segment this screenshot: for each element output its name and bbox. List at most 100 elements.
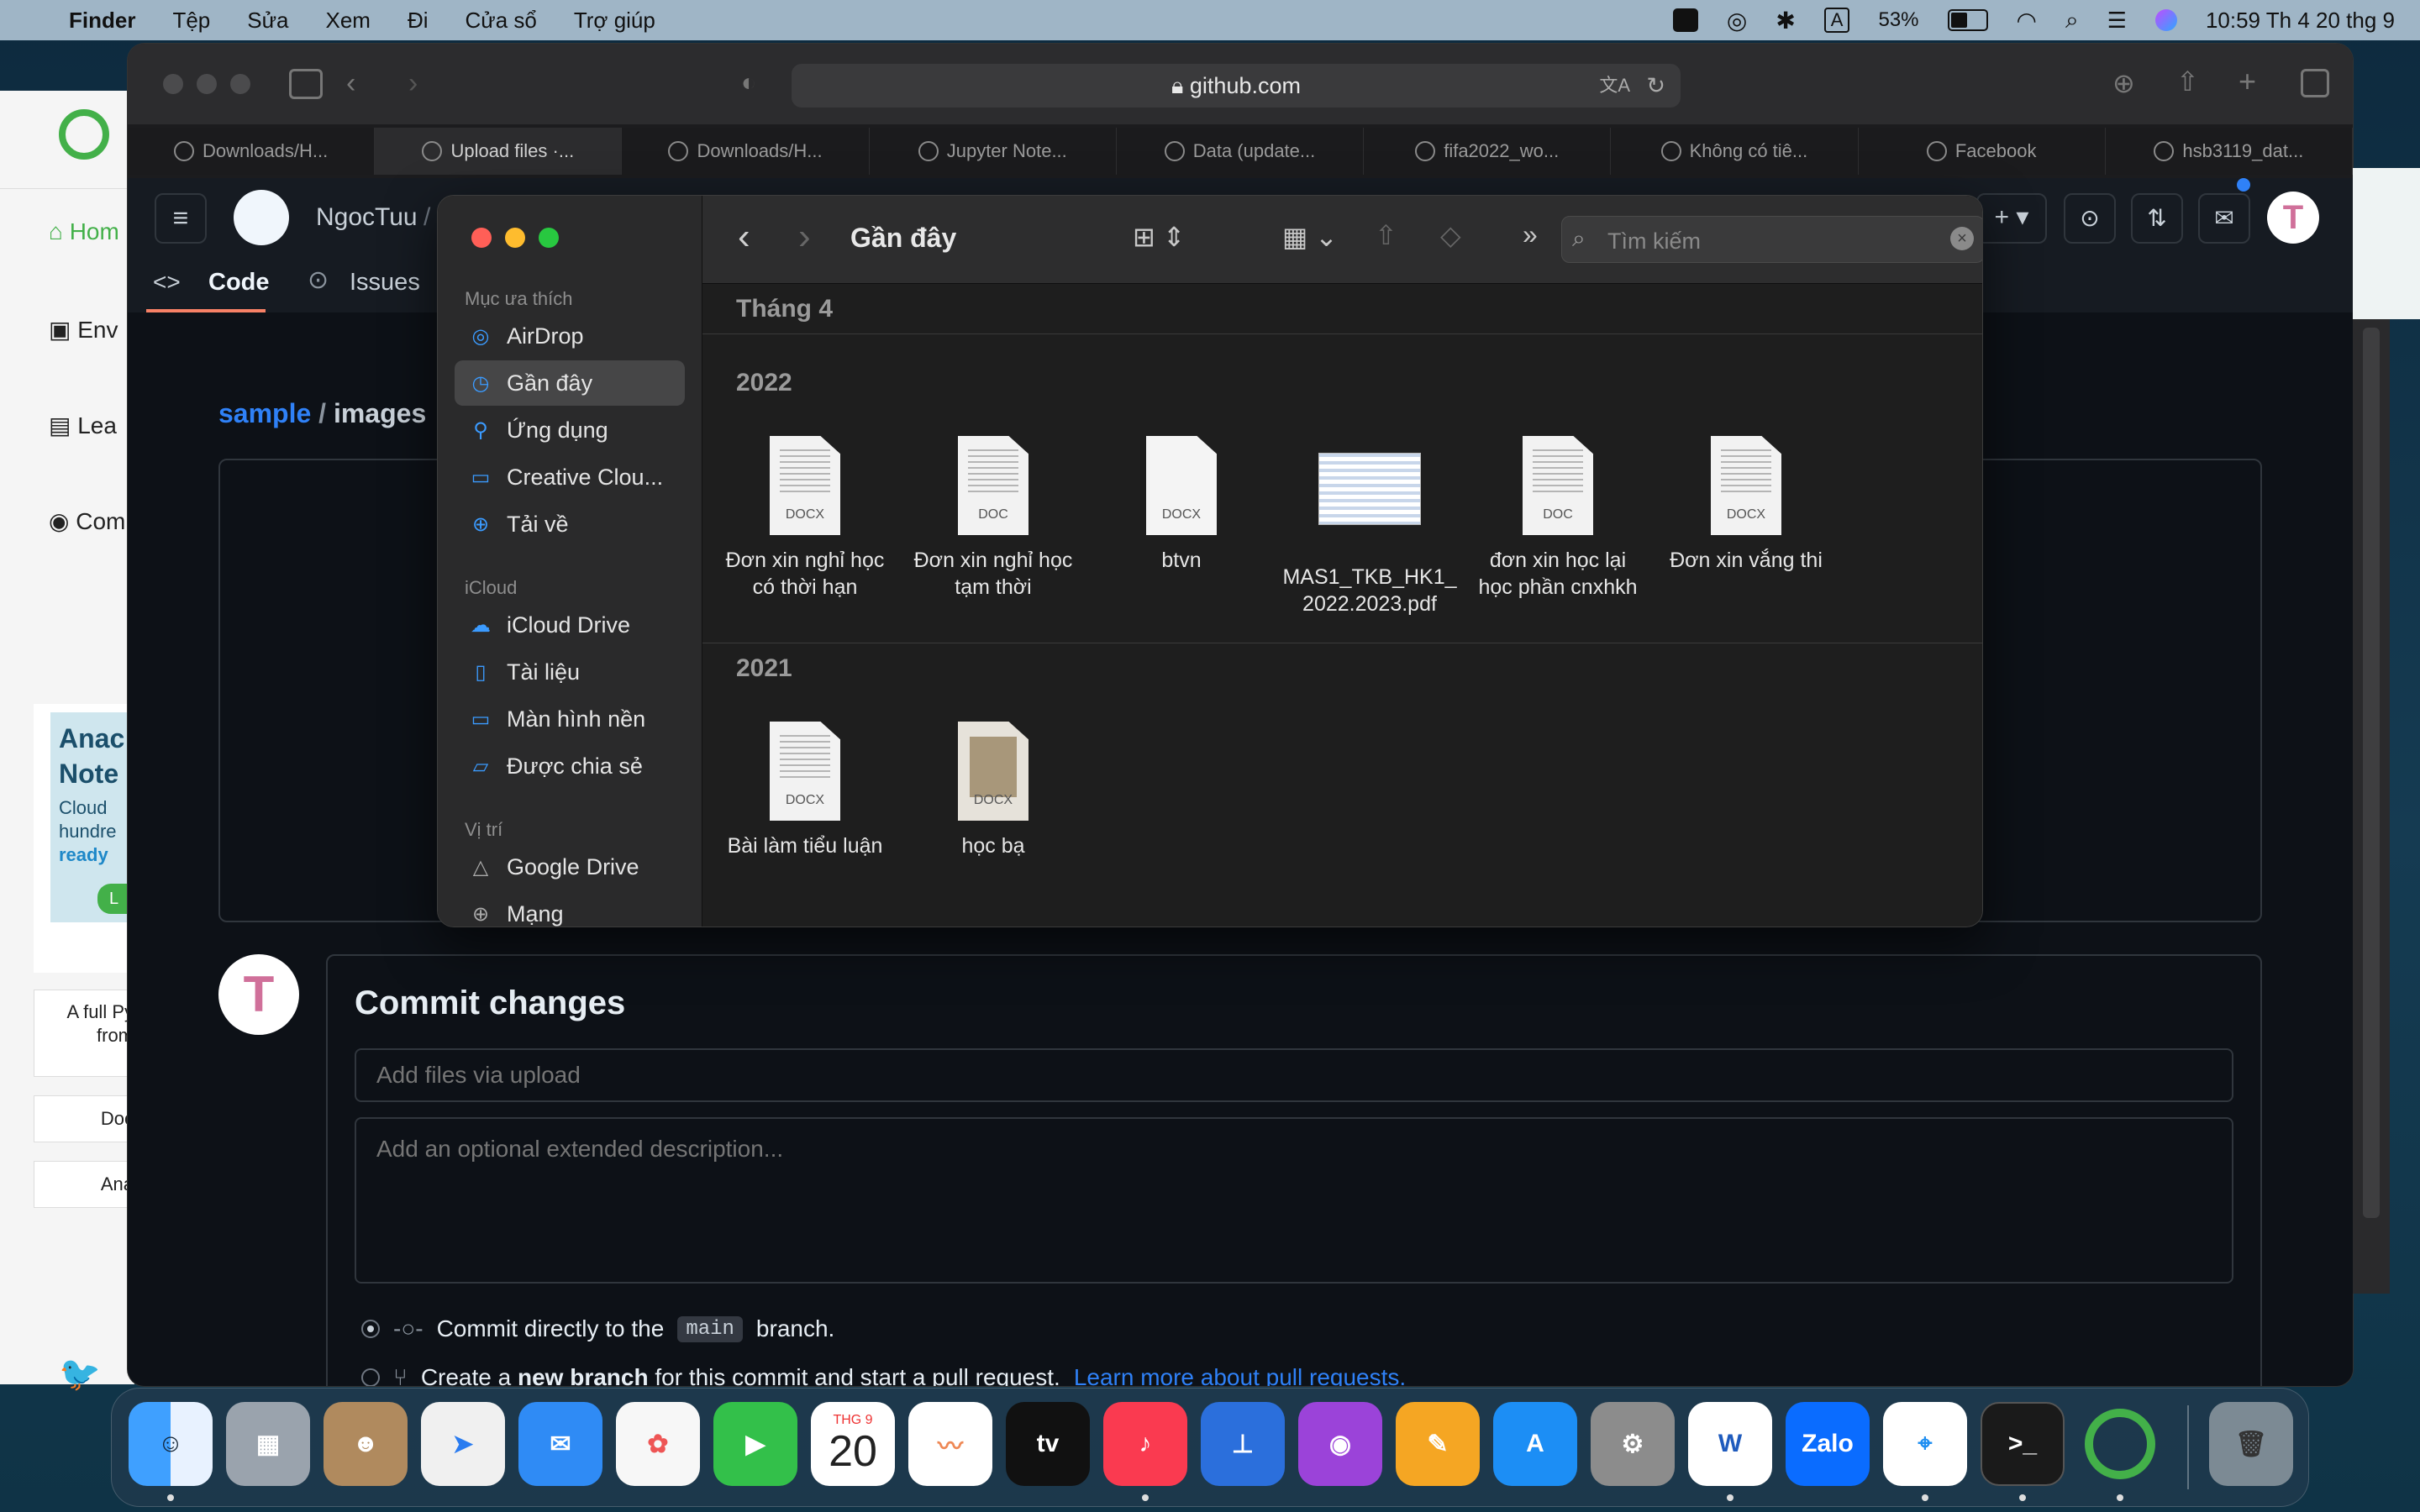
sidebar-item-applications[interactable]: ⚲ Ứng dụng: [455, 407, 685, 453]
keynote-app-icon[interactable]: ⊥: [1201, 1402, 1285, 1486]
facetime-app-icon[interactable]: ▶: [713, 1402, 797, 1486]
calendar-app-icon[interactable]: THG 9 20: [811, 1402, 895, 1486]
bluetooth-icon[interactable]: ✱: [1776, 7, 1795, 34]
battery-icon[interactable]: [1947, 9, 1988, 31]
github-logo-icon[interactable]: [234, 190, 289, 245]
podcasts-app-icon[interactable]: ◉: [1298, 1402, 1382, 1486]
finder-back-icon[interactable]: ‹: [738, 216, 750, 258]
finder-forward-icon[interactable]: ›: [798, 216, 811, 258]
siri-icon[interactable]: [2154, 9, 2177, 31]
breadcrumb-repo[interactable]: sample: [218, 398, 311, 428]
apple-tv-app-icon[interactable]: tv: [1006, 1402, 1090, 1486]
pages-app-icon[interactable]: ✎: [1396, 1402, 1480, 1486]
tab-facebook[interactable]: Facebook: [1859, 128, 2106, 175]
radio-new-branch[interactable]: [361, 1368, 380, 1386]
menu-window[interactable]: Cửa sổ: [466, 8, 537, 34]
bg-nav-env[interactable]: ▣ Env: [49, 316, 118, 344]
dialog-minimize-button[interactable]: [505, 228, 525, 248]
sidebar-item-downloads[interactable]: ⊕ Tải về: [455, 501, 685, 547]
clock[interactable]: 10:59 Th 4 20 thg 9: [2206, 8, 2395, 34]
tab-jupyter[interactable]: Jupyter Note...: [870, 128, 1117, 175]
file-item[interactable]: DOCX Đơn xin nghỉ học có thời hạn: [711, 436, 899, 601]
tab-overview-icon[interactable]: [2301, 69, 2329, 97]
input-source-icon[interactable]: A: [1823, 8, 1850, 33]
pull-requests-icon[interactable]: ⇅: [2131, 193, 2183, 244]
wifi-icon[interactable]: ◠: [2017, 7, 2037, 34]
radio-commit-direct[interactable]: [361, 1320, 380, 1338]
commit-new-branch-option[interactable]: ⑂ Create a new branch for this commit an…: [361, 1364, 1406, 1386]
commit-summary-input[interactable]: [355, 1048, 2233, 1102]
forward-icon[interactable]: ›: [408, 67, 418, 100]
tab-upload-files[interactable]: Upload files ·...: [375, 128, 623, 175]
file-item[interactable]: DOCX btvn: [1087, 436, 1276, 574]
music-app-icon[interactable]: ♪: [1103, 1402, 1187, 1486]
trash-icon[interactable]: 🗑︎: [2209, 1402, 2293, 1486]
sidebar-item-google-drive[interactable]: △ Google Drive: [455, 844, 685, 890]
commit-description-textarea[interactable]: [355, 1117, 2233, 1284]
window-minimize-button[interactable]: [197, 74, 217, 94]
tab-downloads-1[interactable]: Downloads/H...: [128, 128, 376, 175]
launchpad-app-icon[interactable]: ▦: [226, 1402, 310, 1486]
window-close-button[interactable]: [163, 74, 183, 94]
tab-code[interactable]: Code: [208, 269, 270, 297]
sidebar-item-airdrop[interactable]: ◎ AirDrop: [455, 313, 685, 359]
tab-untitled[interactable]: Không có tiê...: [1611, 128, 1859, 175]
address-bar[interactable]: 🔒︎ github.com ↻ 文A: [792, 64, 1681, 108]
privacy-shield-icon[interactable]: ◐: [741, 69, 756, 97]
group-by-icon[interactable]: ▦ ⌄: [1282, 221, 1338, 253]
file-item[interactable]: MAS1_TKB_HK1_ 2022.2023.pdf: [1276, 436, 1464, 617]
contacts-app-icon[interactable]: ☻: [324, 1402, 408, 1486]
photos-app-icon[interactable]: ✿: [616, 1402, 700, 1486]
view-mode-icon[interactable]: ⊞ ⇕: [1133, 221, 1186, 253]
commit-direct-option[interactable]: -○- Commit directly to the main branch.: [361, 1315, 834, 1342]
sidebar-item-documents[interactable]: ▯ Tài liệu: [455, 649, 685, 695]
menu-edit[interactable]: Sửa: [247, 8, 288, 34]
sidebar-item-desktop[interactable]: ▭ Màn hình nền: [455, 696, 685, 742]
search-icon[interactable]: ⌕: [2065, 7, 2079, 34]
translate-icon[interactable]: 文A: [1599, 64, 1630, 108]
avatar[interactable]: T: [2267, 192, 2319, 244]
menu-go[interactable]: Đi: [408, 8, 429, 34]
window-zoom-button[interactable]: [230, 74, 250, 94]
word-app-icon[interactable]: W: [1688, 1402, 1772, 1486]
tab-fifa2022[interactable]: fifa2022_wo...: [1364, 128, 1612, 175]
menu-app-name[interactable]: Finder: [69, 8, 135, 34]
menu-help[interactable]: Trợ giúp: [574, 8, 655, 34]
issues-icon[interactable]: ⊙: [2064, 193, 2116, 244]
tab-data[interactable]: Data (update...: [1117, 128, 1365, 175]
bg-link-anaconda[interactable]: Ana: [34, 1161, 134, 1208]
finder-app-icon[interactable]: ☺: [129, 1402, 213, 1486]
dialog-close-button[interactable]: [471, 228, 492, 248]
reload-icon[interactable]: ↻: [1646, 64, 1665, 108]
file-item[interactable]: DOCX Bài làm tiểu luận: [711, 722, 899, 859]
terminal-app-icon[interactable]: >_: [1981, 1402, 2065, 1486]
file-item[interactable]: DOC đơn xin học lại học phần cnxhkh: [1464, 436, 1652, 601]
sidebar-item-network[interactable]: ⊕ Mạng: [455, 891, 685, 927]
system-settings-app-icon[interactable]: ⚙: [1591, 1402, 1675, 1486]
app-store-app-icon[interactable]: A: [1493, 1402, 1577, 1486]
maps-app-icon[interactable]: ➤: [421, 1402, 505, 1486]
clear-search-icon[interactable]: ×: [1950, 227, 1974, 250]
share-icon[interactable]: ⇧: [2176, 66, 2199, 97]
bg-nav-learn[interactable]: ▤ Lea: [49, 412, 117, 439]
airdrop-status-icon[interactable]: ◎: [1727, 7, 1747, 34]
finder-search-field[interactable]: ⌕ Tìm kiếm ×: [1561, 216, 1982, 263]
freeform-app-icon[interactable]: 〰: [908, 1402, 992, 1486]
new-tab-icon[interactable]: +: [2238, 64, 2256, 99]
sidebar-item-recents[interactable]: ◷ Gần đây: [455, 360, 685, 406]
back-icon[interactable]: ‹: [346, 67, 355, 100]
more-tools-icon[interactable]: »: [1523, 219, 1538, 250]
tab-hsb3119[interactable]: hsb3119_dat...: [2106, 128, 2353, 175]
learn-more-link[interactable]: Learn more about pull requests.: [1074, 1364, 1406, 1386]
tab-issues[interactable]: Issues: [350, 269, 420, 297]
bg-nav-community[interactable]: ◉ Com: [49, 507, 125, 535]
anaconda-app-icon[interactable]: [2078, 1402, 2162, 1486]
scrollbar-thumb[interactable]: [2363, 328, 2380, 1218]
file-item[interactable]: DOCX học bạ: [899, 722, 1087, 859]
repo-owner-link[interactable]: NgocTuu: [316, 203, 418, 232]
sidebar-item-creative-cloud[interactable]: ▭ Creative Clou...: [455, 454, 685, 500]
twitter-icon[interactable]: 🐦: [59, 1354, 101, 1394]
file-item[interactable]: DOCX Đơn xin vắng thi: [1652, 436, 1840, 574]
bg-nav-home[interactable]: ⌂ Hom: [49, 218, 119, 245]
bg-link-docs[interactable]: Doc: [34, 1095, 134, 1142]
